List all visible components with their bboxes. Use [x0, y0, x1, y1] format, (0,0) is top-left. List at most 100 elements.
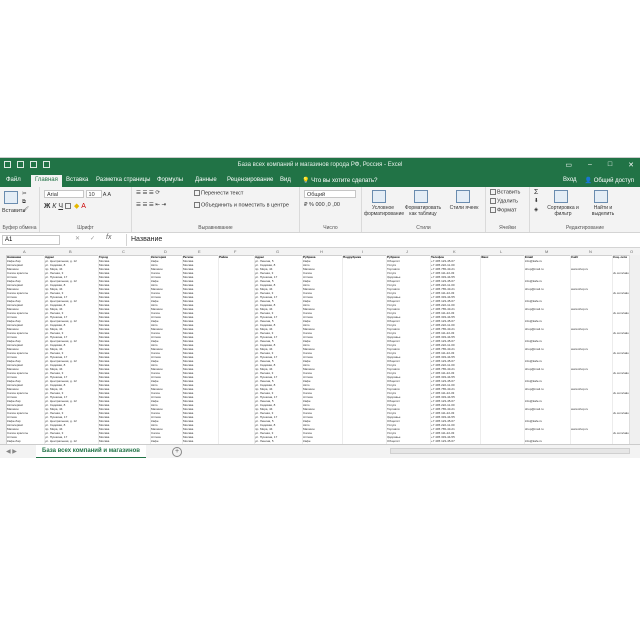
cells-group: Вставить Удалить Формат Ячейки	[486, 187, 530, 232]
autosum-icon[interactable]: Σ	[534, 189, 538, 196]
wrap-text-label: Перенести текст	[201, 190, 244, 197]
title-bar: База всех компаний и магазинов города РФ…	[0, 158, 640, 174]
font-group-label: Шрифт	[77, 225, 94, 231]
sheet-tab-bar: ◀ ▶ База всех компаний и магазинов +	[0, 444, 640, 459]
column-header[interactable]: G	[276, 249, 279, 254]
clipboard-group-label: Буфер обмена	[2, 225, 37, 231]
fill-color-icon[interactable]: ◆	[74, 203, 79, 210]
styles-group: Условное форматирование Форматировать ка…	[362, 187, 486, 232]
format-cells-icon	[490, 207, 496, 213]
bold-button[interactable]: Ж	[44, 203, 50, 210]
borders-icon[interactable]	[65, 203, 71, 210]
cut-icon[interactable]: ✂	[22, 191, 27, 197]
sheet-tab-active[interactable]: База всех компаний и магазинов	[36, 445, 146, 459]
tab-home[interactable]: Главная	[31, 175, 62, 187]
tab-file[interactable]: Файл	[6, 177, 21, 183]
font-size-select[interactable]: 10	[85, 190, 102, 198]
column-header[interactable]: E	[198, 249, 201, 254]
shrink-font-icon[interactable]: A	[107, 192, 111, 198]
column-header[interactable]: M	[545, 249, 548, 254]
column-header[interactable]: L	[500, 249, 502, 254]
sheet-nav-icon[interactable]: ◀ ▶	[6, 448, 17, 455]
sort-filter-icon[interactable]	[554, 190, 568, 203]
status-bar	[0, 458, 640, 476]
tell-me-label: Что вы хотите сделать?	[311, 178, 378, 184]
confirm-formula-icon[interactable]: ✓	[90, 235, 95, 242]
number-format-select[interactable]: Общий	[304, 190, 356, 198]
bottom-align-icons[interactable]: ☰ ☰ ☰ ⇤ ⇥	[136, 202, 166, 208]
top-align-icons[interactable]: ☰ ☰ ☰ ⟳	[136, 190, 160, 196]
column-header[interactable]: K	[453, 249, 456, 254]
column-header[interactable]: F	[234, 249, 236, 254]
grow-font-icon[interactable]: A	[103, 192, 106, 198]
insert-function-button[interactable]: fx	[106, 234, 111, 241]
cells-group-label: Ячейки	[499, 225, 516, 231]
editing-group-label: Редактирование	[565, 225, 605, 231]
column-header[interactable]: H	[320, 249, 323, 254]
number-format-icons[interactable]: ₽ % 000 ,0 ,00	[304, 202, 340, 208]
cell-area[interactable]: Название Адрес Город Категория Регион Район Ад…	[6, 255, 631, 460]
column-header[interactable]: O	[630, 249, 633, 254]
paste-icon[interactable]	[4, 191, 18, 204]
merge-center-label: Объединить и поместить в центре	[201, 202, 289, 209]
font-color-icon[interactable]: A	[81, 203, 86, 210]
column-header[interactable]: I	[362, 249, 363, 254]
cell-styles-icon[interactable]	[456, 190, 470, 203]
tab-data[interactable]: Данные	[195, 177, 217, 183]
tab-insert[interactable]: Вставка	[66, 177, 88, 183]
delete-cells-label: Удалить	[497, 198, 518, 205]
clipboard-group: Вставить ✂ ⧉ 🖌 Буфер обмена	[0, 187, 40, 232]
format-as-table-icon[interactable]	[414, 190, 428, 203]
cancel-formula-icon[interactable]: ✕	[75, 235, 80, 242]
add-sheet-icon[interactable]: +	[172, 447, 182, 457]
italic-button[interactable]: К	[52, 203, 56, 210]
tab-formulas[interactable]: Формулы	[157, 177, 183, 183]
window-title: База всех компаний и магазинов города РФ…	[237, 162, 403, 168]
name-box[interactable]: A1	[2, 235, 60, 245]
formula-bar: A1 ✕ ✓ fx Название	[0, 233, 640, 248]
copy-icon[interactable]: ⧉	[22, 199, 26, 206]
cell-styles-button[interactable]: Стили ячеек	[448, 205, 480, 211]
conditional-formatting-icon[interactable]	[372, 190, 386, 203]
formula-input[interactable]: Название	[126, 234, 639, 246]
format-painter-icon[interactable]: 🖌	[22, 207, 29, 213]
insert-cells-button[interactable]: Вставить	[490, 189, 520, 195]
share-button[interactable]: 👤 Общий доступ	[585, 177, 634, 184]
tab-view[interactable]: Вид	[280, 177, 291, 183]
column-header[interactable]: B	[69, 249, 72, 254]
fill-icon[interactable]: ⬇	[534, 198, 539, 204]
column-header[interactable]: J	[406, 249, 408, 254]
sort-filter-button[interactable]: Сортировка и фильтр	[546, 205, 580, 217]
editing-group: Σ ⬇ ◈ Сортировка и фильтр Найти и выдели…	[530, 187, 640, 232]
tell-me-search[interactable]: 💡 Что вы хотите сделать?	[302, 177, 377, 184]
wrap-text-button[interactable]: Перенести текст	[194, 190, 243, 196]
ribbon-display-icon[interactable]: ▭	[565, 161, 572, 169]
merge-center-button[interactable]: Объединить и поместить в центре	[194, 202, 289, 208]
insert-cells-icon	[490, 189, 496, 195]
minimize-icon[interactable]: –	[588, 161, 592, 169]
format-as-table-button[interactable]: Форматировать как таблицу	[404, 205, 442, 217]
column-header[interactable]: A	[23, 249, 26, 254]
underline-button[interactable]: Ч	[58, 203, 63, 210]
tab-page-layout[interactable]: Разметка страницы	[96, 177, 150, 183]
format-cells-button[interactable]: Формат	[490, 207, 517, 213]
delete-cells-button[interactable]: Удалить	[490, 198, 518, 204]
clear-icon[interactable]: ◈	[534, 207, 538, 213]
find-select-button[interactable]: Найти и выделить	[586, 205, 620, 217]
column-header[interactable]: C	[122, 249, 125, 254]
styles-group-label: Стили	[416, 225, 431, 231]
number-group-label: Число	[323, 225, 338, 231]
alignment-group: ☰ ☰ ☰ ⟳ Перенести текст ☰ ☰ ☰ ⇤ ⇥ Объеди…	[132, 187, 300, 232]
tab-review[interactable]: Рецензирование	[227, 177, 273, 183]
horizontal-scrollbar[interactable]	[390, 448, 630, 454]
find-select-icon[interactable]	[594, 190, 608, 203]
maximize-icon[interactable]: □	[608, 161, 612, 169]
vertical-scrollbar[interactable]	[629, 255, 640, 451]
menu-bar: Файл Главная Вставка Разметка страницы Ф…	[0, 174, 640, 187]
column-header[interactable]: N	[589, 249, 592, 254]
font-name-select[interactable]: Arial	[44, 190, 84, 198]
sign-in-link[interactable]: Вход	[563, 177, 577, 184]
column-header[interactable]: D	[164, 249, 167, 254]
close-icon[interactable]: ✕	[628, 161, 634, 169]
conditional-formatting-button[interactable]: Условное форматирование	[364, 205, 404, 217]
